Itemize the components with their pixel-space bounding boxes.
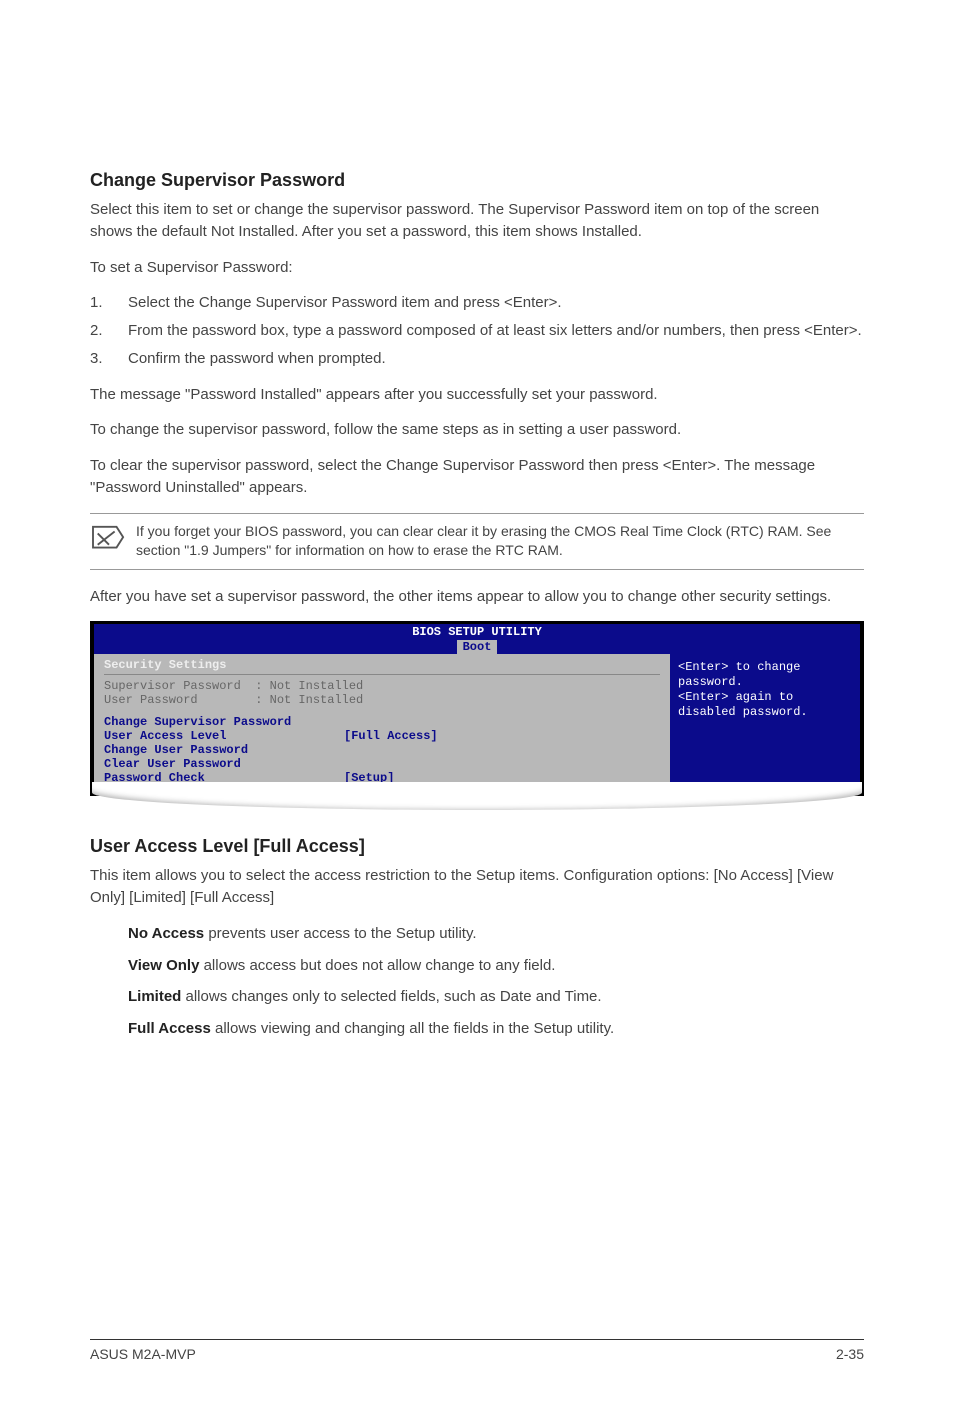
- paragraph: The message "Password Installed" appears…: [90, 384, 864, 406]
- bios-item-value: [Full Access]: [344, 729, 438, 743]
- paragraph: Select this item to set or change the su…: [90, 199, 864, 243]
- note-text: If you forget your BIOS password, you ca…: [136, 522, 864, 561]
- page-footer: ASUS M2A-MVP 2-35: [90, 1339, 864, 1362]
- step-number: 2.: [90, 320, 128, 342]
- bios-item-label: User Access Level: [104, 729, 344, 743]
- note-icon: [90, 522, 136, 561]
- step-text: Select the Change Supervisor Password it…: [128, 292, 562, 314]
- option-bold: Limited: [128, 988, 181, 1005]
- heading-change-supervisor: Change Supervisor Password: [90, 170, 864, 191]
- option-limited: Limited allows changes only to selected …: [128, 986, 864, 1008]
- paragraph: To change the supervisor password, follo…: [90, 419, 864, 441]
- option-text: prevents user access to the Setup utilit…: [204, 925, 476, 942]
- bios-field-user: User Password : Not Installed: [104, 693, 660, 707]
- option-bold: No Access: [128, 925, 204, 942]
- option-text: allows changes only to selected fields, …: [181, 988, 601, 1005]
- bios-tab-boot: Boot: [457, 640, 498, 654]
- note-block: If you forget your BIOS password, you ca…: [90, 513, 864, 570]
- bios-section-title: Security Settings: [104, 658, 660, 672]
- list-item: 2. From the password box, type a passwor…: [90, 320, 864, 342]
- bios-help-panel: <Enter> to change password. <Enter> agai…: [670, 654, 860, 793]
- paragraph: This item allows you to select the acces…: [90, 865, 864, 909]
- bios-title-text: BIOS SETUP UTILITY: [94, 625, 860, 639]
- bios-title-bar: BIOS SETUP UTILITY Boot: [94, 624, 860, 654]
- bios-item-label: Change User Password: [104, 743, 344, 757]
- paragraph: To clear the supervisor password, select…: [90, 455, 864, 499]
- bios-left-panel: Security Settings Supervisor Password : …: [94, 654, 670, 793]
- option-text: allows access but does not allow change …: [199, 957, 555, 974]
- bios-screenshot: BIOS SETUP UTILITY Boot Security Setting…: [90, 621, 864, 796]
- option-full-access: Full Access allows viewing and changing …: [128, 1018, 864, 1040]
- paragraph: To set a Supervisor Password:: [90, 257, 864, 279]
- option-bold: Full Access: [128, 1020, 211, 1037]
- option-view-only: View Only allows access but does not all…: [128, 955, 864, 977]
- bios-item-user-access-level: User Access Level [Full Access]: [104, 729, 660, 743]
- bios-field-supervisor: Supervisor Password : Not Installed: [104, 679, 660, 693]
- step-number: 1.: [90, 292, 128, 314]
- list-item: 1. Select the Change Supervisor Password…: [90, 292, 864, 314]
- bios-item-label: Change Supervisor Password: [104, 715, 344, 729]
- paragraph: After you have set a supervisor password…: [90, 586, 864, 608]
- step-text: From the password box, type a password c…: [128, 320, 862, 342]
- divider: [104, 674, 660, 675]
- heading-user-access-level: User Access Level [Full Access]: [90, 836, 864, 857]
- footer-right: 2-35: [836, 1346, 864, 1362]
- option-text: allows viewing and changing all the fiel…: [211, 1020, 614, 1037]
- bios-item-label: Clear User Password: [104, 757, 344, 771]
- option-bold: View Only: [128, 957, 199, 974]
- option-no-access: No Access prevents user access to the Se…: [128, 923, 864, 945]
- bios-item-change-supervisor: Change Supervisor Password: [104, 715, 660, 729]
- bios-torn-edge: [92, 796, 862, 814]
- bios-item-change-user: Change User Password: [104, 743, 660, 757]
- bios-help-text: <Enter> to change password. <Enter> agai…: [678, 660, 808, 719]
- step-text: Confirm the password when prompted.: [128, 348, 386, 370]
- bios-item-clear-user: Clear User Password: [104, 757, 660, 771]
- footer-left: ASUS M2A-MVP: [90, 1346, 196, 1362]
- step-number: 3.: [90, 348, 128, 370]
- list-item: 3. Confirm the password when prompted.: [90, 348, 864, 370]
- steps-list: 1. Select the Change Supervisor Password…: [90, 292, 864, 369]
